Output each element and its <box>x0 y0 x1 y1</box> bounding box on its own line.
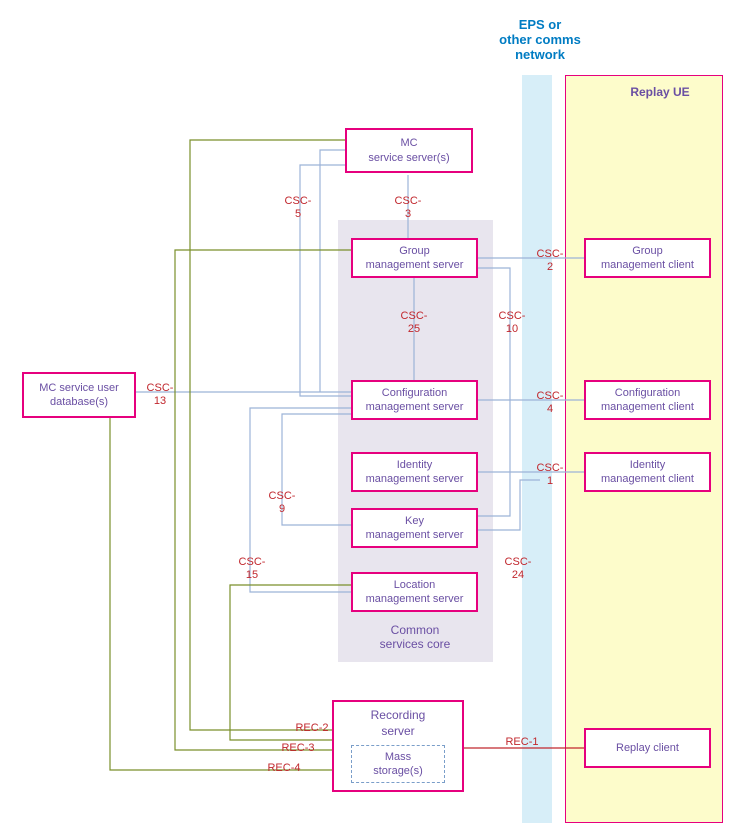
label-csc-1: CSC- 1 <box>530 462 570 488</box>
node-identity-management-client: Identity management client <box>584 452 711 492</box>
node-recording-server: Recording server Mass storage(s) <box>332 700 464 792</box>
node-replay-client: Replay client <box>584 728 711 768</box>
label-csc-25: CSC- 25 <box>394 310 434 336</box>
node-group-management-client: Group management client <box>584 238 711 278</box>
title-recording-server: Recording server <box>371 708 426 739</box>
node-configuration-management-client: Configuration management client <box>584 380 711 420</box>
label-rec-1: REC-1 <box>500 736 544 749</box>
label-rec-4: REC-4 <box>262 762 306 775</box>
node-configuration-management-server: Configuration management server <box>351 380 478 420</box>
node-identity-management-server: Identity management server <box>351 452 478 492</box>
label-rec-2: REC-2 <box>290 722 334 735</box>
diagram-stage: EPS or other comms network Replay UE Com… <box>0 0 734 834</box>
node-location-management-server: Location management server <box>351 572 478 612</box>
node-group-management-server: Group management server <box>351 238 478 278</box>
node-mc-service-user-db: MC service user database(s) <box>22 372 136 418</box>
label-csc-2: CSC- 2 <box>530 248 570 274</box>
label-csc-24: CSC- 24 <box>498 556 538 582</box>
node-mc-service-server: MC service server(s) <box>345 128 473 173</box>
label-csc-13: CSC- 13 <box>140 382 180 408</box>
label-csc-4: CSC- 4 <box>530 390 570 416</box>
label-csc-10: CSC- 10 <box>492 310 532 336</box>
label-rec-3: REC-3 <box>276 742 320 755</box>
label-csc-5: CSC- 5 <box>278 195 318 221</box>
node-key-management-server: Key management server <box>351 508 478 548</box>
node-mass-storage: Mass storage(s) <box>351 745 445 783</box>
label-csc-15: CSC- 15 <box>232 556 272 582</box>
label-csc-9: CSC- 9 <box>262 490 302 516</box>
label-csc-3: CSC- 3 <box>388 195 428 221</box>
